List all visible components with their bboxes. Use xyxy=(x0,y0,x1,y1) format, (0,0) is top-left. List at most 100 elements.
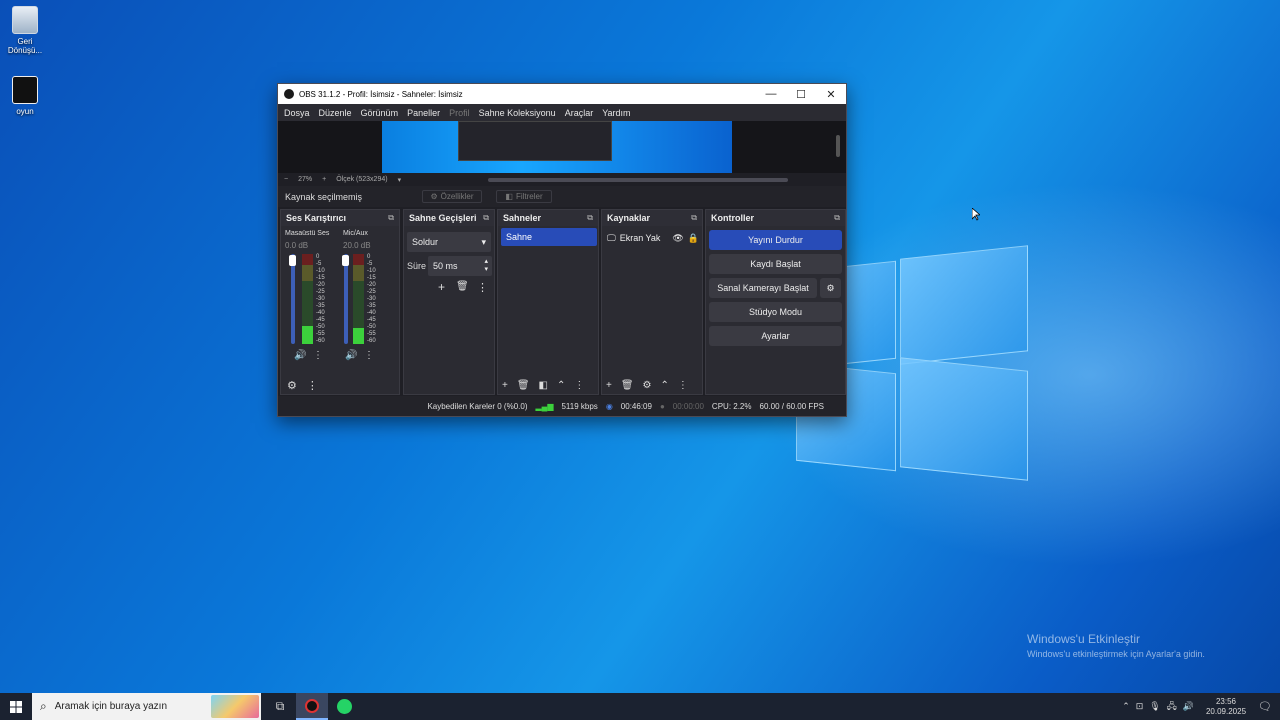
maximize-button[interactable]: ☐ xyxy=(786,88,816,101)
db-scale: 0 -5 -10 -15 -20 -25 -30 -35 -40 -45 -50 -55 -60 xyxy=(367,254,385,345)
transition-properties-button[interactable]: ⋮ xyxy=(477,281,488,294)
source-menu-icon[interactable]: ⋮ xyxy=(678,380,688,391)
game-shortcut-icon xyxy=(12,76,38,104)
network-icon[interactable]: 🖧 xyxy=(1167,699,1177,715)
dock-title: Sahne Geçişleri xyxy=(409,213,477,223)
virtual-camera-settings-button[interactable]: ⚙ xyxy=(820,278,841,298)
eye-icon[interactable]: 👁 xyxy=(672,233,683,244)
lock-icon[interactable]: 🔒 xyxy=(688,233,699,244)
start-recording-button[interactable]: Kaydı Başlat xyxy=(709,254,842,274)
volume-slider-track[interactable] xyxy=(291,254,295,344)
remove-source-icon[interactable]: 🗑 xyxy=(621,380,634,391)
window-titlebar[interactable]: OBS 31.1.2 - Profil: İsimsiz - Sahneler:… xyxy=(278,84,846,104)
volume-icon[interactable]: 🔊 xyxy=(1183,701,1194,712)
preview-vertical-scrollbar[interactable] xyxy=(836,135,840,157)
float-dock-icon[interactable]: ⧉ xyxy=(483,213,489,223)
float-dock-icon[interactable]: ⧉ xyxy=(691,213,697,223)
menu-help[interactable]: Yardım xyxy=(602,108,630,118)
float-dock-icon[interactable]: ⧉ xyxy=(388,213,394,223)
scale-dropdown-icon[interactable]: ▾ xyxy=(398,176,402,184)
desktop-icon-recycle-bin[interactable]: Geri Dönüşü... xyxy=(1,6,49,55)
task-view-icon: ⧉ xyxy=(275,699,285,713)
db-scale-tick: -45 xyxy=(316,317,325,323)
app-tray-icon[interactable]: ⊡ xyxy=(1136,701,1144,712)
window-title: OBS 31.1.2 - Profil: İsimsiz - Sahneler:… xyxy=(299,89,463,99)
add-source-icon[interactable]: + xyxy=(606,380,612,391)
taskbar-whatsapp-button[interactable] xyxy=(328,693,360,720)
add-transition-button[interactable]: + xyxy=(438,280,445,294)
volume-slider-track[interactable] xyxy=(344,254,348,344)
add-scene-icon[interactable]: + xyxy=(502,380,508,391)
start-virtual-camera-button[interactable]: Sanal Kamerayı Başlat xyxy=(709,278,817,298)
close-button[interactable]: ✕ xyxy=(816,88,846,101)
filters-button[interactable]: ◧ Filtreler xyxy=(496,190,552,203)
menu-docks[interactable]: Paneller xyxy=(407,108,440,118)
dropped-frames: Kaybedilen Kareler 0 (%0.0) xyxy=(427,401,528,411)
transition-select[interactable]: Soldur ▾ xyxy=(407,232,491,252)
settings-button[interactable]: Ayarlar xyxy=(709,326,842,346)
move-source-up-icon[interactable]: ⌃ xyxy=(661,380,669,391)
db-scale-tick: -35 xyxy=(316,303,325,309)
volume-slider-handle[interactable] xyxy=(342,255,349,266)
obs-icon xyxy=(305,698,319,713)
stream-time: 00:46:09 xyxy=(620,401,652,411)
menu-view[interactable]: Görünüm xyxy=(361,108,399,118)
db-scale-tick: -15 xyxy=(367,275,376,281)
show-hidden-icons-chevron-icon[interactable]: ⌃ xyxy=(1122,701,1130,712)
task-view-button[interactable]: ⧉ xyxy=(264,693,296,720)
start-button[interactable] xyxy=(0,693,32,720)
mixer-menu-icon[interactable]: ⋮ xyxy=(307,379,318,392)
channel-menu-button[interactable]: ⋮ xyxy=(364,350,374,361)
db-scale-tick: -10 xyxy=(367,268,376,274)
float-dock-icon[interactable]: ⧉ xyxy=(834,213,840,223)
scale-label: Ölçek (523x294) xyxy=(336,176,388,183)
microphone-icon[interactable]: 🎙 xyxy=(1149,701,1160,712)
menu-edit[interactable]: Düzenle xyxy=(319,108,352,118)
advanced-audio-properties-icon[interactable]: ⚙ xyxy=(287,379,297,392)
volume-slider-handle[interactable] xyxy=(289,255,296,266)
recycle-bin-icon xyxy=(12,6,38,34)
float-dock-icon[interactable]: ⧉ xyxy=(587,213,593,223)
stepper-arrows-icon[interactable]: ▴ ▾ xyxy=(484,258,488,274)
source-properties-icon[interactable]: ⚙ xyxy=(643,380,652,391)
scene-list-item[interactable]: Sahne xyxy=(501,228,597,246)
notification-center-icon[interactable]: 🗨 xyxy=(1258,700,1272,713)
preview-canvas[interactable] xyxy=(278,121,846,173)
taskbar-search-box[interactable]: ⌕ Aramak için buraya yazın xyxy=(32,693,261,720)
mixer-channel-mic: Mic/Aux 20.0 dB xyxy=(343,230,397,250)
dock-header: Sahne Geçişleri ⧉ xyxy=(404,210,494,226)
menu-scene-collection[interactable]: Sahne Koleksiyonu xyxy=(479,108,556,118)
menu-tools[interactable]: Araçlar xyxy=(565,108,594,118)
remove-scene-icon[interactable]: 🗑 xyxy=(517,380,530,391)
source-name: Ekran Yak xyxy=(619,233,661,243)
studio-mode-button[interactable]: Stüdyo Modu xyxy=(709,302,842,322)
gear-icon: ⚙ xyxy=(430,192,438,201)
properties-button[interactable]: ⚙ Özellikler xyxy=(422,190,482,203)
filters-label: Filtreler xyxy=(515,192,543,201)
menu-file[interactable]: Dosya xyxy=(284,108,310,118)
duration-spinbox[interactable]: 50 ms ▴ ▾ xyxy=(428,256,492,276)
stop-streaming-button[interactable]: Yayını Durdur xyxy=(709,230,842,250)
source-list-item[interactable]: 🖵 Ekran Yak 👁 🔒 xyxy=(607,230,699,246)
preview-horizontal-scrollbar[interactable] xyxy=(488,178,788,182)
mute-button[interactable]: 🔊 xyxy=(294,350,306,361)
channel-menu-button[interactable]: ⋮ xyxy=(313,350,323,361)
remove-transition-button[interactable]: 🗑 xyxy=(456,281,469,292)
minimize-button[interactable]: — xyxy=(756,88,786,100)
clock[interactable]: 23:56 20.09.2025 xyxy=(1206,697,1246,717)
scene-filters-icon[interactable]: ◧ xyxy=(539,380,548,391)
db-scale-tick: 0 xyxy=(316,254,320,260)
menu-profile[interactable]: Profil xyxy=(449,108,470,118)
db-scale-tick: -30 xyxy=(367,296,376,302)
scene-menu-icon[interactable]: ⋮ xyxy=(574,380,584,391)
mouse-cursor-icon xyxy=(972,208,980,221)
recording-icon: ● xyxy=(659,401,665,411)
taskbar-obs-button[interactable] xyxy=(296,693,328,720)
desktop-icon-oyun[interactable]: oyun xyxy=(1,76,49,116)
taskbar: ⌕ Aramak için buraya yazın ⧉ ⌃ ⊡ 🎙 🖧 🔊 2… xyxy=(0,693,1280,720)
zoom-out-button[interactable]: − xyxy=(284,176,288,183)
move-scene-up-icon[interactable]: ⌃ xyxy=(557,380,565,391)
zoom-in-button[interactable]: + xyxy=(322,176,326,183)
mute-button[interactable]: 🔊 xyxy=(345,350,357,361)
obs-app-icon xyxy=(284,89,294,99)
